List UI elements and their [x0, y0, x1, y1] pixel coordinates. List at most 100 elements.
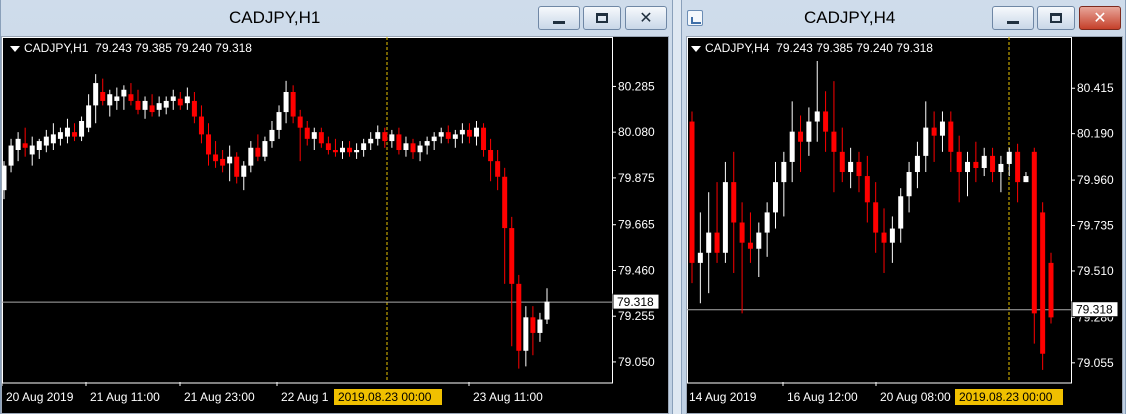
candle-body — [227, 156, 233, 164]
candle-body — [114, 96, 120, 101]
candle-body — [213, 154, 219, 162]
candle-body — [410, 143, 416, 153]
candle-body — [29, 145, 35, 155]
time-highlight-label: 2019.08.23 00:00 — [959, 390, 1053, 404]
minimize-icon — [553, 20, 565, 24]
candle-body — [739, 222, 745, 243]
candle-body — [466, 129, 472, 137]
candle-body — [234, 156, 240, 177]
candle-body — [424, 141, 430, 146]
close-icon: ✕ — [1093, 8, 1107, 27]
candle-body — [1040, 212, 1046, 354]
candle-body — [1015, 151, 1021, 183]
candle-body — [403, 143, 409, 150]
candlestick-plot[interactable]: 80.285 80.080 79.875 79.665 79.460 79.255 79.0… — [2, 37, 669, 414]
candle-body — [488, 150, 494, 162]
candle-body — [881, 232, 887, 243]
candle-body — [142, 100, 148, 110]
maximize-button[interactable] — [583, 6, 621, 30]
candlestick-plot[interactable]: 80.41580.19079.96079.73579.51079.28079.0… — [687, 37, 1123, 414]
candle-body — [64, 127, 70, 137]
candle-body — [931, 127, 937, 136]
candle-body — [361, 143, 367, 150]
price-level-label: 79.665 — [618, 218, 655, 232]
candle-body — [537, 319, 543, 333]
candle-body — [128, 94, 134, 101]
candle-body — [184, 96, 190, 104]
maximize-icon — [1050, 13, 1062, 23]
candle-body — [417, 145, 423, 153]
candle-body — [57, 132, 63, 139]
candle-body — [36, 141, 42, 150]
time-label: 14 Aug 2019 — [689, 390, 757, 404]
candle-body — [304, 127, 310, 139]
candle-body — [375, 132, 381, 139]
price-level-label: 79.510 — [1077, 264, 1114, 278]
minimize-button[interactable] — [538, 6, 580, 30]
candle-body — [8, 145, 14, 166]
time-label: 22 Aug 1 — [281, 390, 329, 404]
candle-body — [43, 136, 49, 146]
candle-body — [856, 161, 862, 177]
price-level-label: 79.735 — [1077, 219, 1114, 233]
candle-body — [269, 129, 275, 142]
candle-body — [100, 92, 106, 101]
candle-body — [2, 165, 7, 191]
candle-body — [839, 151, 845, 173]
candle-body — [848, 161, 854, 173]
candle-body — [697, 252, 703, 263]
window-titlebar[interactable]: CADJPY,H1 ✕ — [1, 0, 672, 36]
maximize-button[interactable] — [1037, 6, 1075, 30]
candle-body — [502, 176, 508, 229]
time-label: 16 Aug 12:00 — [787, 390, 858, 404]
candle-body — [332, 150, 338, 153]
window-titlebar[interactable]: CADJPY,H4 ✕ — [682, 0, 1125, 36]
price-level-label: 79.875 — [618, 171, 655, 185]
candle-body — [914, 155, 920, 173]
candle-body — [509, 228, 515, 284]
price-level-label: 79.055 — [1077, 356, 1114, 370]
candle-body — [325, 143, 331, 150]
chart-window-h4[interactable]: CADJPY,H4 ✕ CADJPY,H4 79.243 79.385 79.2… — [681, 0, 1126, 414]
candle-body — [93, 83, 99, 106]
candle-body — [431, 136, 437, 142]
candle-body — [15, 138, 21, 150]
chart-window-h1[interactable]: CADJPY,H1 ✕ CADJPY,H1 79.243 79.385 79.2… — [0, 0, 673, 414]
candle-body — [283, 92, 289, 113]
candle-body — [79, 121, 85, 137]
minimize-button[interactable] — [992, 6, 1034, 30]
candle-body — [347, 147, 353, 153]
candle-body — [973, 161, 979, 168]
price-chart[interactable]: CADJPY,H1 79.243 79.385 79.240 79.318 80… — [1, 36, 669, 414]
candle-body — [262, 141, 268, 157]
price-level-label: 80.080 — [618, 125, 655, 139]
price-level-label: 80.190 — [1077, 127, 1114, 141]
candle-body — [255, 147, 261, 157]
candle-body — [873, 202, 879, 233]
close-button[interactable]: ✕ — [1079, 6, 1121, 30]
close-icon: ✕ — [639, 8, 653, 27]
candle-body — [22, 143, 28, 148]
close-button[interactable]: ✕ — [625, 6, 667, 30]
candle-body — [781, 161, 787, 183]
candle-body — [382, 132, 388, 142]
candle-body — [772, 182, 778, 213]
candle-body — [459, 129, 465, 135]
candle-body — [86, 105, 92, 128]
candle-body — [311, 132, 317, 139]
candle-body — [72, 132, 78, 137]
candle-body — [452, 134, 458, 139]
current-price-label: 79.318 — [1076, 303, 1113, 317]
candle-body — [923, 127, 929, 156]
candle-body — [135, 100, 141, 110]
chart-window-icon — [687, 10, 703, 26]
price-chart[interactable]: CADJPY,H4 79.243 79.385 79.240 79.318 80… — [686, 36, 1123, 414]
candle-body — [939, 121, 945, 136]
candle-body — [170, 96, 176, 101]
candle-body — [906, 172, 912, 197]
candle-body — [445, 132, 451, 139]
candle-body — [516, 283, 522, 351]
candle-body — [206, 134, 212, 155]
candle-body — [789, 131, 795, 162]
time-label: 21 Aug 23:00 — [184, 390, 255, 404]
